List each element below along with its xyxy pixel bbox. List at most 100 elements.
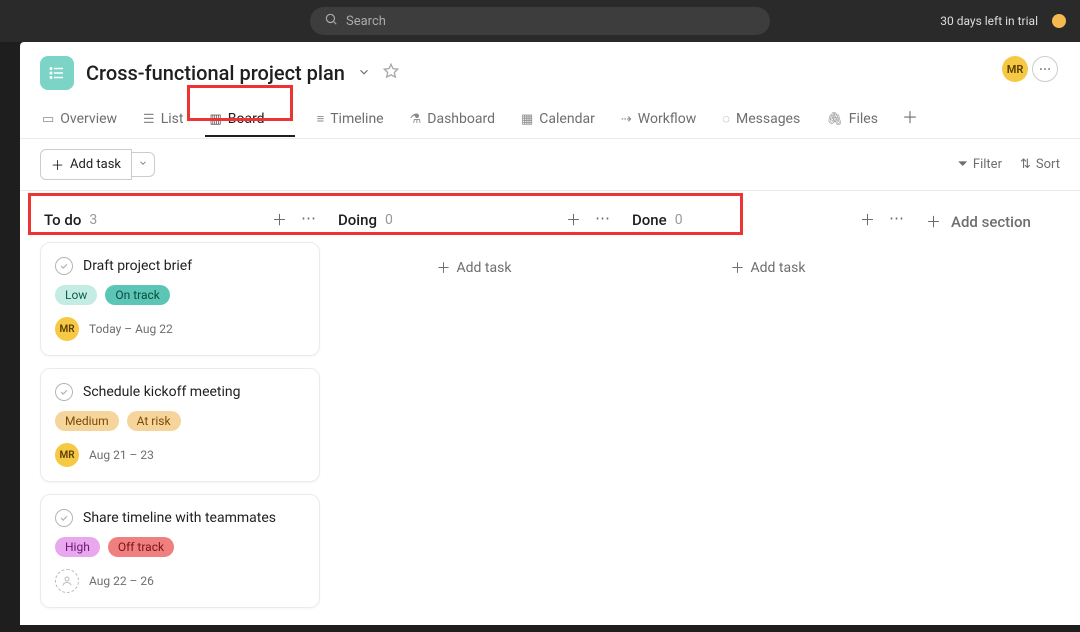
column-header[interactable]: Done 0 ＋ ⋯ <box>628 203 908 242</box>
column-add-icon[interactable]: ＋ <box>860 209 875 230</box>
column-more-icon[interactable]: ⋯ <box>889 209 904 230</box>
tab-more-icon[interactable]: ⋯ <box>277 111 291 127</box>
filter-icon: ⏷ <box>958 157 968 172</box>
tab-timeline[interactable]: ≡ Timeline <box>315 105 386 137</box>
column-header[interactable]: Doing 0 ＋ ⋯ <box>334 203 614 242</box>
task-date: Aug 22 – 26 <box>89 574 154 588</box>
overview-icon: ▭ <box>42 112 54 127</box>
column-name: Done <box>632 211 667 229</box>
files-icon: 🖇 <box>826 112 843 127</box>
tab-label: Workflow <box>638 111 697 127</box>
assignee-avatar[interactable]: MR <box>55 443 79 467</box>
tab-messages[interactable]: ◌ Messages <box>720 105 802 137</box>
tab-label: Calendar <box>539 111 595 127</box>
complete-check-icon[interactable] <box>55 257 73 275</box>
sort-icon: ⇅ <box>1020 157 1031 172</box>
main-panel: Cross-functional project plan MR ▭ Overvi… <box>20 42 1080 625</box>
tab-list[interactable]: ☰ List <box>141 105 185 137</box>
sort-button[interactable]: ⇅ Sort <box>1020 157 1060 172</box>
column-header[interactable]: To do 3 ＋ ⋯ <box>40 203 320 242</box>
project-dropdown-icon[interactable] <box>357 64 371 83</box>
column-more-icon[interactable]: ⋯ <box>301 209 316 230</box>
task-card[interactable]: Draft project brief Low On track MR Toda… <box>40 242 320 356</box>
list-icon: ☰ <box>143 112 155 127</box>
user-avatar[interactable]: MR <box>1002 56 1028 82</box>
search-icon <box>324 12 338 30</box>
priority-tag[interactable]: High <box>55 537 100 557</box>
task-title: Draft project brief <box>83 258 192 274</box>
add-section-button[interactable]: ＋ Add section <box>922 203 1080 240</box>
priority-tag[interactable]: Medium <box>55 411 119 431</box>
column-done: Done 0 ＋ ⋯ ＋ Add task <box>628 203 908 620</box>
task-date: Aug 21 – 23 <box>89 448 154 462</box>
column-doing: Doing 0 ＋ ⋯ ＋ Add task <box>334 203 614 620</box>
plus-icon: ＋ <box>51 155 64 174</box>
board-view: To do 3 ＋ ⋯ Draft project brief Low On t… <box>20 191 1080 632</box>
search-placeholder: Search <box>346 14 386 29</box>
project-tabs: ▭ Overview ☰ List ▥ Board ⋯ ≡ Timeline ⚗ Dashb… <box>20 104 1080 139</box>
tab-calendar[interactable]: ▦ Calendar <box>519 105 597 137</box>
dashboard-icon: ⚗ <box>410 112 422 127</box>
add-tab-button[interactable]: ＋ <box>902 104 918 138</box>
task-card[interactable]: Share timeline with teammates High Off t… <box>40 494 320 608</box>
status-tag[interactable]: At risk <box>127 411 181 431</box>
board-icon: ▥ <box>209 112 221 127</box>
timeline-icon: ≡ <box>317 111 325 127</box>
plus-icon: ＋ <box>926 211 941 232</box>
column-count: 0 <box>385 212 393 228</box>
tab-label: Dashboard <box>427 111 495 127</box>
share-more-button[interactable] <box>1032 56 1058 82</box>
filter-button[interactable]: ⏷ Filter <box>958 157 1002 172</box>
add-task-label: Add task <box>70 157 121 172</box>
star-icon[interactable] <box>383 63 399 83</box>
topbar: Search 30 days left in trial <box>0 0 1080 42</box>
complete-check-icon[interactable] <box>55 509 73 527</box>
trial-label: 30 days left in trial <box>940 14 1038 28</box>
column-add-task[interactable]: ＋ Add task <box>628 242 908 294</box>
trial-status[interactable]: 30 days left in trial <box>940 14 1066 28</box>
assignee-avatar[interactable]: MR <box>55 317 79 341</box>
tab-label: Messages <box>736 111 800 127</box>
column-add-task[interactable]: ＋ Add task <box>334 242 614 294</box>
sort-label: Sort <box>1036 157 1060 172</box>
column-more-icon[interactable]: ⋯ <box>595 209 610 230</box>
filter-label: Filter <box>973 157 1002 172</box>
add-task-button[interactable]: ＋ Add task <box>40 149 132 180</box>
tab-board[interactable]: ▥ Board ⋯ <box>207 105 292 137</box>
column-name: Doing <box>338 211 377 229</box>
tab-files[interactable]: 🖇Files <box>824 105 880 137</box>
column-add-icon[interactable]: ＋ <box>272 209 287 230</box>
calendar-icon: ▦ <box>521 112 533 127</box>
column-count: 3 <box>89 212 97 228</box>
status-tag[interactable]: On track <box>105 285 170 305</box>
column-count: 0 <box>675 212 683 228</box>
column-add-icon[interactable]: ＋ <box>566 209 581 230</box>
workflow-icon: ⇢ <box>621 112 632 127</box>
tab-label: List <box>161 111 184 127</box>
status-tag[interactable]: Off track <box>108 537 174 557</box>
project-header: Cross-functional project plan MR <box>20 42 1080 90</box>
add-task-label: Add task <box>457 260 512 276</box>
task-card[interactable]: Schedule kickoff meeting Medium At risk … <box>40 368 320 482</box>
tab-overview[interactable]: ▭ Overview <box>40 105 119 137</box>
board-toolbar: ＋ Add task ⏷ Filter ⇅ Sort <box>20 139 1080 191</box>
tab-label: Overview <box>60 111 117 127</box>
plus-icon: ＋ <box>731 258 745 278</box>
add-task-dropdown[interactable] <box>132 152 155 177</box>
add-section-label: Add section <box>951 213 1031 231</box>
unassigned-avatar-icon[interactable] <box>55 569 79 593</box>
task-date: Today – Aug 22 <box>89 322 173 336</box>
tab-dashboard[interactable]: ⚗ Dashboard <box>408 105 497 137</box>
tab-label: Timeline <box>330 111 383 127</box>
search-input[interactable]: Search <box>310 7 770 35</box>
task-title: Share timeline with teammates <box>83 510 276 526</box>
plus-icon: ＋ <box>437 258 451 278</box>
project-title[interactable]: Cross-functional project plan <box>86 61 345 85</box>
messages-icon: ◌ <box>722 111 730 127</box>
column-todo: To do 3 ＋ ⋯ Draft project brief Low On t… <box>40 203 320 620</box>
tab-workflow[interactable]: ⇢ Workflow <box>619 105 698 137</box>
project-icon[interactable] <box>40 56 74 90</box>
priority-tag[interactable]: Low <box>55 285 97 305</box>
tab-label: Board <box>228 111 265 127</box>
complete-check-icon[interactable] <box>55 383 73 401</box>
